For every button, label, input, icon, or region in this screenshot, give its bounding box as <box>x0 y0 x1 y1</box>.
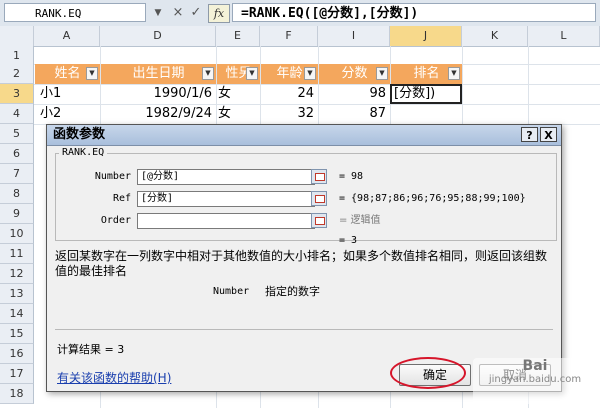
arg-input-number[interactable]: [@分数] <box>137 169 315 185</box>
arg-label-order: Order <box>100 215 131 226</box>
table-cell[interactable]: 女 <box>218 84 258 104</box>
arg-result-number: = 98 <box>339 171 364 182</box>
table-cell[interactable]: 24 <box>260 84 314 104</box>
table-cell[interactable]: 32 <box>260 104 314 124</box>
row-header-1[interactable]: 1 <box>0 46 34 66</box>
enter-formula-icon[interactable]: ✓ <box>188 5 204 21</box>
row-header-9[interactable]: 9 <box>0 204 34 224</box>
table-cell[interactable]: 1982/9/24 <box>100 104 212 124</box>
collapse-dialog-icon[interactable] <box>311 213 327 228</box>
table-cell[interactable]: 1990/1/6 <box>100 84 212 104</box>
row-header-10[interactable]: 10 <box>0 224 34 244</box>
arg-help-name: Number <box>213 286 250 297</box>
column-header-l[interactable]: L <box>528 26 600 46</box>
formula-input[interactable]: =RANK.EQ([@分数],[分数]) <box>232 3 596 22</box>
help-button[interactable]: ? <box>521 127 538 142</box>
arg-input-ref[interactable]: [分数] <box>137 191 315 207</box>
table-header-cell[interactable]: 年龄 ▼ <box>261 64 318 84</box>
name-box-dropdown-icon[interactable]: ▼ <box>150 5 166 21</box>
close-button[interactable]: X <box>540 127 557 142</box>
arg-label-ref: Ref <box>112 193 131 204</box>
table-cell[interactable]: 小2 <box>40 104 100 124</box>
arg-help-text: 指定的数字 <box>265 285 320 298</box>
collapse-dialog-icon[interactable] <box>311 191 327 206</box>
watermark-url: jingyan.baidu.com <box>488 374 582 385</box>
column-header-k[interactable]: K <box>462 26 528 46</box>
row-header-18[interactable]: 18 <box>0 384 34 404</box>
cancel-formula-icon[interactable]: × <box>170 5 186 21</box>
insert-function-button[interactable]: fx <box>208 4 230 23</box>
formula-result-preview: = 3 <box>339 235 358 246</box>
row-header-2[interactable]: 2 <box>0 64 34 84</box>
collapse-dialog-icon[interactable] <box>311 169 327 184</box>
active-cell[interactable]: [分数]) <box>390 84 462 104</box>
table-header-cell[interactable]: 排名 ▼ <box>391 64 462 84</box>
row-header-11[interactable]: 11 <box>0 244 34 264</box>
divider <box>55 329 553 330</box>
row-header-13[interactable]: 13 <box>0 284 34 304</box>
row-header-8[interactable]: 8 <box>0 184 34 204</box>
filter-dropdown-icon[interactable]: ▼ <box>86 67 98 80</box>
row-header-15[interactable]: 15 <box>0 324 34 344</box>
arg-label-number: Number <box>94 171 131 182</box>
arg-result-order: = 逻辑值 <box>339 215 381 226</box>
column-header-bar: A D E F I J K L <box>0 26 600 47</box>
calc-result: 计算结果 = 3 <box>57 343 125 356</box>
table-cell[interactable]: 87 <box>318 104 386 124</box>
row-header-16[interactable]: 16 <box>0 344 34 364</box>
column-header-f[interactable]: F <box>260 26 318 46</box>
name-box[interactable]: RANK.EQ <box>4 3 146 22</box>
header-label-name: 姓名 <box>54 66 81 81</box>
select-all-corner[interactable] <box>0 26 34 46</box>
table-cell[interactable]: 女 <box>218 104 258 124</box>
filter-dropdown-icon[interactable]: ▼ <box>448 67 460 80</box>
row-header-17[interactable]: 17 <box>0 364 34 384</box>
table-cell[interactable]: 98 <box>318 84 386 104</box>
arg-result-ref: = {98;87;86;96;76;95;88;99;100} <box>339 193 526 204</box>
header-label-birthdate: 出生日期 <box>132 66 185 81</box>
row-header-14[interactable]: 14 <box>0 304 34 324</box>
filter-dropdown-icon[interactable]: ▼ <box>246 67 258 80</box>
column-header-j[interactable]: J <box>390 26 462 46</box>
row-header-7[interactable]: 7 <box>0 164 34 184</box>
header-label-rank: 排名 <box>413 66 440 81</box>
row-header-12[interactable]: 12 <box>0 264 34 284</box>
arg-input-order[interactable] <box>137 213 315 229</box>
filter-dropdown-icon[interactable]: ▼ <box>202 67 214 80</box>
row-header-6[interactable]: 6 <box>0 144 34 164</box>
row-header-3[interactable]: 3 <box>0 84 34 104</box>
dialog-title: 函数参数 <box>53 127 106 142</box>
table-header-cell[interactable]: 出生日期 ▼ <box>101 64 216 84</box>
highlight-ring <box>390 357 466 389</box>
table-cell[interactable]: 小1 <box>40 84 100 104</box>
table-header-cell[interactable]: 性另 ▼ <box>217 64 260 84</box>
watermark-logo: Bai <box>522 358 548 374</box>
row-header-5[interactable]: 5 <box>0 124 34 144</box>
filter-dropdown-icon[interactable]: ▼ <box>376 67 388 80</box>
function-help-link[interactable]: 有关该函数的帮助(H) <box>57 369 171 386</box>
function-name-label: RANK.EQ <box>59 147 108 158</box>
function-arguments-dialog: 函数参数 ? X RANK.EQ Number [@分数] = 98 Ref [… <box>46 124 562 392</box>
header-label-score: 分数 <box>341 66 368 81</box>
dialog-title-bar[interactable] <box>47 125 561 146</box>
header-label-age: 年龄 <box>276 66 303 81</box>
watermark: Bai jingyan.baidu.com <box>473 358 597 404</box>
function-description: 返回某数字在一列数字中相对于其他数值的大小排名；如果多个数值排名相同，则返回该组… <box>55 249 548 278</box>
column-header-i[interactable]: I <box>318 26 390 46</box>
column-header-d[interactable]: D <box>100 26 216 46</box>
column-header-e[interactable]: E <box>216 26 260 46</box>
table-header-cell[interactable]: 姓名 ▼ <box>35 64 100 84</box>
filter-dropdown-icon[interactable]: ▼ <box>304 67 316 80</box>
table-header-cell[interactable]: 分数 ▼ <box>319 64 390 84</box>
row-header-4[interactable]: 4 <box>0 104 34 124</box>
column-header-a[interactable]: A <box>34 26 100 46</box>
